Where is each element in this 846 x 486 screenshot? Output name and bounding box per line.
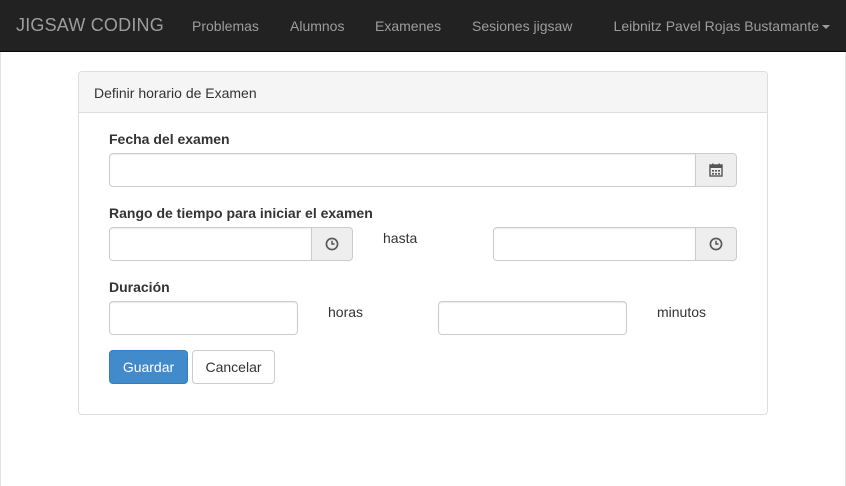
hasta-text: hasta	[383, 230, 418, 246]
hora-inicio-clock-button[interactable]	[311, 227, 353, 261]
horas-text: horas	[328, 304, 364, 320]
clock-icon	[325, 237, 339, 251]
horas-input[interactable]	[109, 301, 298, 335]
rango-label: Rango de tiempo para iniciar el examen	[109, 205, 373, 221]
caret-down-icon	[822, 25, 830, 30]
fecha-input[interactable]	[109, 153, 696, 187]
cancelar-button[interactable]: Cancelar	[192, 350, 275, 384]
brand-link[interactable]: JIGSAW CODING	[16, 15, 164, 36]
fecha-label: Fecha del examen	[109, 131, 230, 147]
guardar-button[interactable]: Guardar	[109, 350, 188, 384]
panel-heading: Definir horario de Examen	[79, 72, 767, 113]
calendar-button[interactable]	[695, 153, 737, 187]
navbar: JIGSAW CODING Problemas Alumnos Examenes…	[0, 0, 846, 52]
calendar-icon	[709, 163, 723, 177]
user-menu[interactable]: Leibnitz Pavel Rojas Bustamante	[614, 18, 830, 34]
panel-title: Definir horario de Examen	[94, 85, 257, 101]
nav-link-alumnos[interactable]: Alumnos	[290, 18, 344, 34]
minutos-text: minutos	[657, 304, 707, 320]
user-name: Leibnitz Pavel Rojas Bustamante	[613, 18, 819, 34]
clock-icon	[709, 237, 723, 251]
nav-link-sesiones-jigsaw[interactable]: Sesiones jigsaw	[472, 18, 572, 34]
nav-link-examenes[interactable]: Examenes	[375, 18, 441, 34]
hora-inicio-input[interactable]	[109, 227, 312, 261]
hora-fin-input[interactable]	[493, 227, 696, 261]
nav-link-problemas[interactable]: Problemas	[192, 18, 259, 34]
minutos-input[interactable]	[438, 301, 627, 335]
page-border-left	[0, 52, 1, 486]
duracion-label: Duración	[109, 279, 170, 295]
exam-schedule-panel: Definir horario de Examen Fecha del exam…	[78, 71, 768, 415]
hora-fin-clock-button[interactable]	[695, 227, 737, 261]
